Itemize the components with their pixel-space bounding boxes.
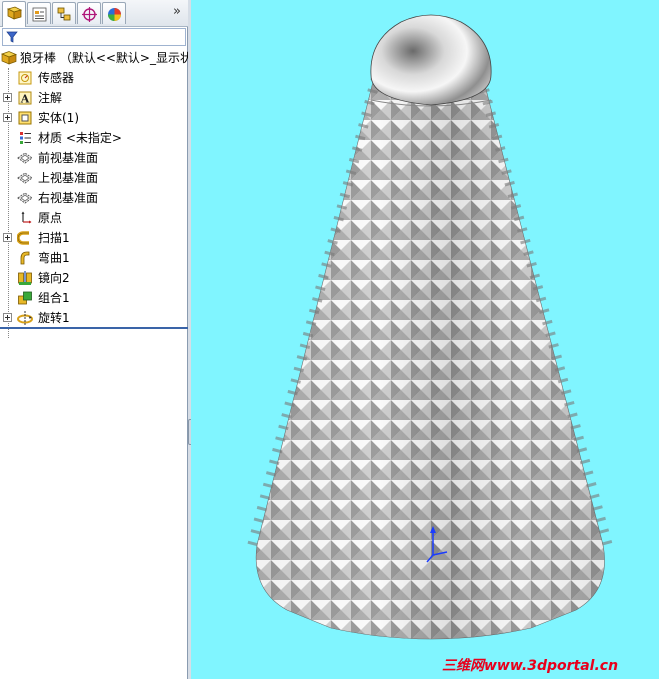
configuration-icon — [57, 7, 71, 21]
tab-feature-manager[interactable] — [2, 1, 26, 27]
plane-icon — [17, 152, 33, 164]
tree-item-revolve1[interactable]: 旋转1 — [0, 308, 188, 328]
tree-item-label: 右视基准面 — [38, 191, 99, 205]
feature-tree: 狼牙棒 （默认<<默认>_显示状 传感器 A 注解 实体(1) 材质 <未指定>… — [0, 48, 192, 338]
expand-toggle[interactable] — [3, 93, 12, 102]
appearance-ball-icon — [108, 8, 121, 21]
origin-icon — [21, 211, 32, 224]
tree-item-label: 上视基准面 — [38, 171, 99, 185]
watermark-text: 三维网www.3dportal.cn — [442, 658, 619, 674]
tree-item-label: 实体(1) — [38, 111, 79, 125]
tree-filter-input[interactable] — [2, 28, 186, 46]
graphics-viewport[interactable] — [191, 0, 659, 679]
spiked-mace-model — [246, 14, 614, 640]
tree-item-label: 扫描1 — [38, 231, 70, 245]
combine-icon — [18, 291, 32, 305]
tab-property-manager[interactable] — [27, 2, 51, 24]
sweep-icon — [17, 231, 29, 245]
tree-item-solid-bodies[interactable]: 实体(1) — [0, 108, 188, 128]
svg-text:A: A — [20, 93, 30, 106]
tree-item-right-plane[interactable]: 右视基准面 — [0, 188, 188, 208]
plane-icon — [17, 172, 33, 184]
tree-item-sensors[interactable]: 传感器 — [0, 68, 188, 88]
tree-item-origin[interactable]: 原点 — [0, 208, 188, 228]
tree-item-label: 组合1 — [38, 291, 70, 305]
tree-item-sweep1[interactable]: 扫描1 — [0, 228, 188, 248]
rollback-bar[interactable] — [0, 327, 188, 329]
annotation-icon: A — [18, 91, 32, 106]
expand-toggle[interactable] — [3, 313, 12, 322]
tab-configuration-manager[interactable] — [52, 2, 76, 24]
tree-item-label: 前视基准面 — [38, 151, 99, 165]
material-icon — [20, 132, 31, 144]
tree-item-label: 材质 <未指定> — [38, 131, 122, 145]
tree-item-material[interactable]: 材质 <未指定> — [0, 128, 188, 148]
flex-icon — [20, 251, 30, 265]
sensor-icon — [18, 71, 32, 85]
tree-root-part[interactable]: 狼牙棒 （默认<<默认>_显示状 — [0, 48, 192, 68]
feature-tree-icon — [6, 6, 23, 20]
tree-item-top-plane[interactable]: 上视基准面 — [0, 168, 188, 188]
expand-toggle[interactable] — [3, 233, 12, 242]
tab-display-manager[interactable] — [102, 2, 126, 24]
revolve-icon — [17, 311, 33, 325]
tree-item-label: 传感器 — [38, 71, 75, 85]
more-tabs-button[interactable]: » — [170, 4, 184, 20]
tree-item-label: 弯曲1 — [38, 251, 70, 265]
tree-item-combine1[interactable]: 组合1 — [0, 288, 188, 308]
part-icon — [1, 51, 17, 65]
property-sheet-icon — [32, 7, 47, 22]
manager-tab-bar: » — [0, 0, 188, 27]
solid-bodies-icon — [18, 111, 32, 125]
mirror-icon — [18, 271, 32, 285]
tree-item-label: 镜向2 — [38, 271, 70, 285]
tree-item-label: 原点 — [38, 211, 63, 225]
tree-item-annotations[interactable]: A 注解 — [0, 88, 188, 108]
plane-icon — [17, 192, 33, 204]
tree-item-front-plane[interactable]: 前视基准面 — [0, 148, 188, 168]
tree-item-flex1[interactable]: 弯曲1 — [0, 248, 188, 268]
filter-funnel-icon — [6, 31, 18, 43]
crosshair-icon — [82, 7, 97, 22]
expand-toggle[interactable] — [3, 113, 12, 122]
feature-manager-panel: » 狼牙棒 （默认<<默认>_显示状 传感器 A 注解 实体(1) 材质 <未指… — [0, 0, 192, 679]
tree-root-label: 狼牙棒 （默认<<默认>_显示状 — [20, 51, 192, 65]
tree-item-label: 旋转1 — [38, 311, 70, 325]
tree-item-label: 注解 — [38, 91, 63, 105]
tab-dim-xpert[interactable] — [77, 2, 101, 24]
tree-item-mirror2[interactable]: 镜向2 — [0, 268, 188, 288]
